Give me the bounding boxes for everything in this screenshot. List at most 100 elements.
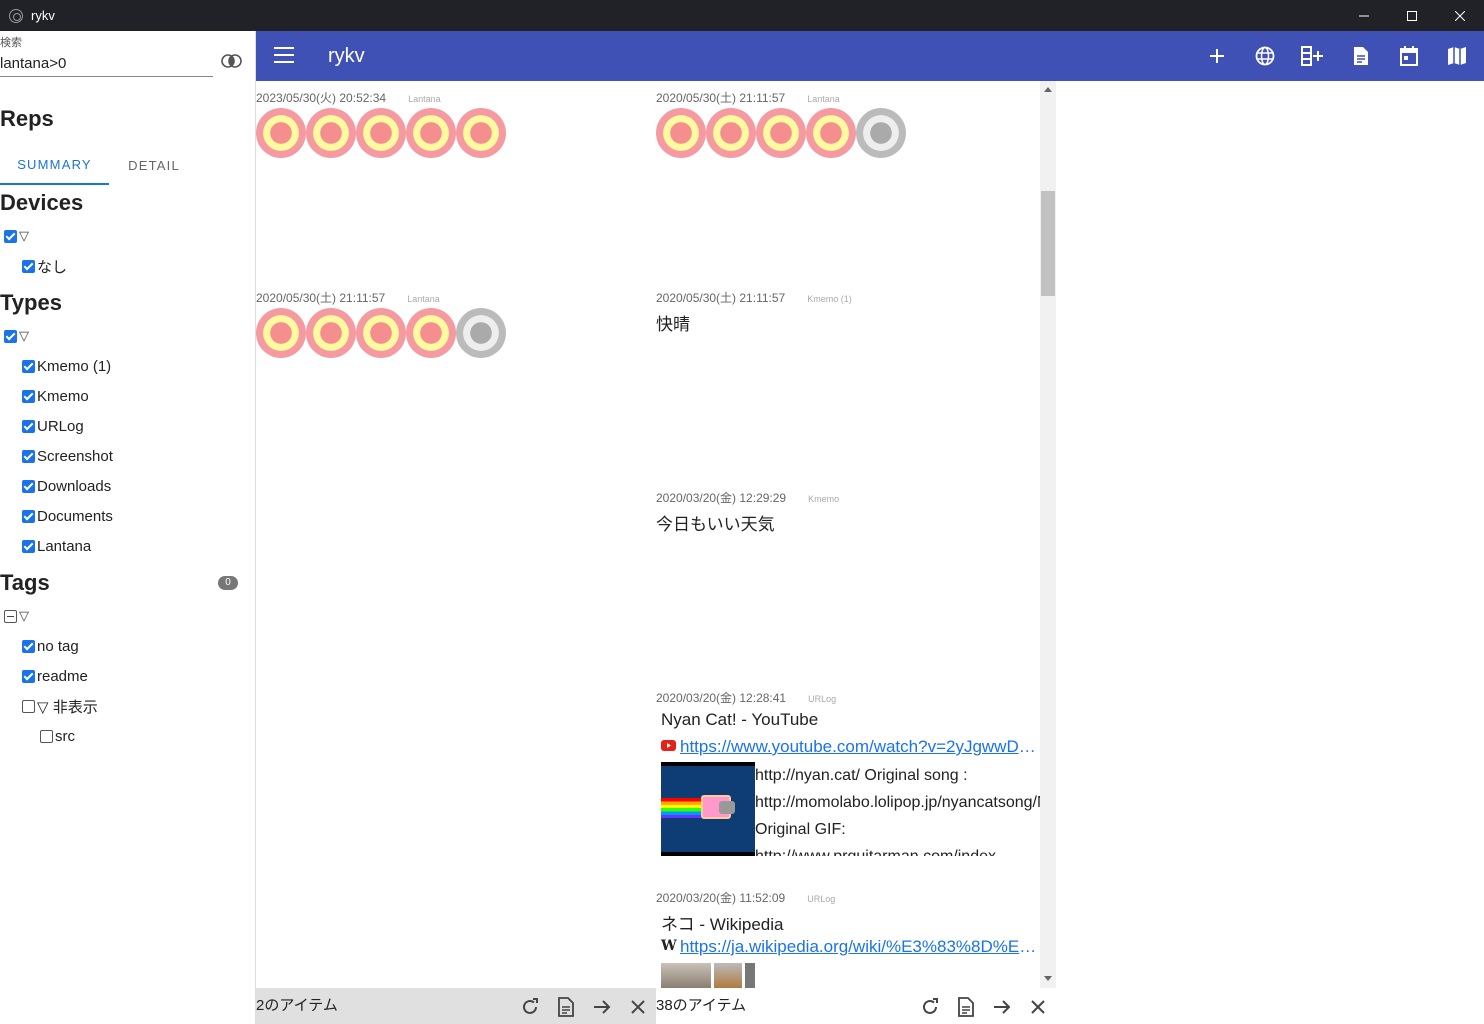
minimize-button[interactable] — [1340, 0, 1388, 31]
app-title: rykv — [328, 45, 365, 67]
tab-summary[interactable]: SUMMARY — [0, 146, 109, 185]
lantana-flower-icon — [256, 308, 306, 358]
lantana-flower-icon — [706, 108, 756, 158]
add-column-icon — [1301, 46, 1323, 66]
search-input[interactable] — [0, 51, 213, 77]
checkbox-unchecked-icon[interactable] — [40, 729, 53, 743]
close-icon — [1455, 10, 1465, 21]
nyan-cat-thumbnail — [661, 762, 755, 856]
checkbox-checked-icon[interactable] — [22, 539, 35, 553]
checkbox-checked-icon[interactable] — [4, 229, 17, 243]
close-icon[interactable] — [627, 996, 649, 1018]
type-item-downloads[interactable]: Downloads — [22, 476, 111, 496]
lantana-flower-icon — [756, 108, 806, 158]
contrast-toggle-icon[interactable] — [221, 54, 242, 68]
checkbox-checked-icon[interactable] — [22, 509, 35, 523]
type-item-lantana[interactable]: Lantana — [22, 536, 91, 556]
tag-item-readme[interactable]: readme — [22, 666, 88, 686]
lantana-flower-icon — [256, 108, 306, 158]
lantana-flower-grey-icon — [856, 108, 906, 158]
tag-item-src[interactable]: src — [40, 726, 75, 746]
lantana-flower-icon — [406, 108, 456, 158]
types-root-checkbox[interactable]: ▽ — [4, 326, 29, 346]
types-heading: Types — [0, 290, 62, 315]
item-meta: 2020/05/30(土) 21:11:57 Lantana — [256, 291, 440, 305]
urlog-description: http://nyan.cat/ Original song : http://… — [755, 767, 1040, 856]
lantana-flower-icon — [806, 108, 856, 158]
wikipedia-icon: W — [661, 938, 677, 954]
kmemo-text: 今日もいい天気 — [656, 515, 775, 534]
app-logo-icon — [9, 8, 23, 23]
checkbox-checked-icon[interactable] — [22, 389, 35, 403]
calendar-button[interactable] — [1397, 44, 1421, 68]
app-bar: rykv — [256, 31, 1484, 81]
checkbox-checked-icon[interactable] — [4, 329, 17, 343]
maximize-icon — [1407, 10, 1417, 21]
close-window-button[interactable] — [1436, 0, 1484, 31]
document-icon[interactable] — [555, 996, 577, 1018]
urlog-title: Nyan Cat! - YouTube — [661, 710, 819, 729]
scroll-up-icon[interactable] — [1044, 87, 1052, 92]
checkbox-indeterminate-icon[interactable] — [4, 609, 17, 623]
checkbox-checked-icon[interactable] — [22, 669, 35, 683]
tag-item-no-tag[interactable]: no tag — [22, 636, 79, 656]
type-item-screenshot[interactable]: Screenshot — [22, 446, 113, 466]
scroll-down-icon[interactable] — [1044, 976, 1052, 981]
tags-heading: Tags — [0, 570, 50, 595]
refresh-icon[interactable] — [919, 996, 941, 1018]
document-button[interactable] — [1349, 44, 1373, 68]
type-item-documents[interactable]: Documents — [22, 506, 113, 526]
urlog-link[interactable]: https://www.youtube.com/watch?v=2yJgwwDc… — [680, 737, 1040, 757]
urlog-title: ネコ - Wikipedia — [661, 915, 784, 934]
checkbox-checked-icon[interactable] — [22, 259, 35, 273]
arrow-right-icon[interactable] — [991, 996, 1013, 1018]
item-meta: 2020/03/20(金) 12:29:29 Kmemo — [656, 491, 840, 505]
lantana-flower-icon — [356, 308, 406, 358]
checkbox-checked-icon[interactable] — [22, 449, 35, 463]
kmemo-text: 快晴 — [656, 315, 690, 334]
urlog-link[interactable]: https://ja.wikipedia.org/wiki/%E3%83%8D%… — [680, 937, 1040, 957]
sidebar: 検索 Reps SUMMARY DETAIL Devices ▽ なし Type… — [0, 31, 256, 1024]
item-count: 2のアイテム — [256, 997, 338, 1014]
left-column-footer: 2のアイテム — [256, 988, 656, 1024]
calendar-icon — [1400, 46, 1418, 66]
add-button[interactable] — [1205, 44, 1229, 68]
close-icon[interactable] — [1027, 996, 1049, 1018]
add-column-button[interactable] — [1301, 44, 1325, 68]
search-label: 検索 — [0, 37, 22, 49]
arrow-right-icon[interactable] — [591, 996, 613, 1018]
refresh-icon[interactable] — [519, 996, 541, 1018]
document-icon[interactable] — [955, 996, 977, 1018]
devices-root-checkbox[interactable]: ▽ — [4, 226, 29, 246]
tags-root-checkbox[interactable]: ▽ — [4, 606, 29, 626]
menu-icon[interactable] — [274, 47, 294, 63]
cat-thumbnail — [745, 963, 755, 988]
lantana-flower-icon — [356, 108, 406, 158]
item-meta: 2020/05/30(土) 21:11:57 Kmemo (1) — [656, 291, 852, 305]
reps-heading: Reps — [0, 106, 54, 131]
lantana-rating[interactable] — [256, 108, 506, 158]
type-item-kmemo[interactable]: Kmemo — [22, 386, 89, 406]
right-column-footer: 38のアイテム — [656, 988, 1056, 1024]
checkbox-checked-icon[interactable] — [22, 479, 35, 493]
item-count: 38のアイテム — [656, 997, 747, 1014]
lantana-rating[interactable] — [256, 308, 506, 358]
web-button[interactable] — [1253, 44, 1277, 68]
scrollbar-thumb[interactable] — [1041, 191, 1055, 296]
item-meta: 2020/05/30(土) 21:11:57 Lantana — [656, 91, 840, 105]
lantana-rating[interactable] — [656, 108, 906, 158]
map-button[interactable] — [1445, 44, 1469, 68]
right-column-scrollbar[interactable] — [1040, 81, 1056, 988]
youtube-icon — [661, 740, 676, 751]
maximize-button[interactable] — [1388, 0, 1436, 31]
checkbox-unchecked-icon[interactable] — [22, 699, 35, 713]
lantana-flower-icon — [306, 108, 356, 158]
checkbox-checked-icon[interactable] — [22, 639, 35, 653]
checkbox-checked-icon[interactable] — [22, 419, 35, 433]
type-item-urlog[interactable]: URLog — [22, 416, 84, 436]
type-item-kmemo-1[interactable]: Kmemo (1) — [22, 356, 111, 376]
tag-item-hidden[interactable]: ▽ 非表示 — [22, 696, 98, 716]
checkbox-checked-icon[interactable] — [22, 359, 35, 373]
device-item-none[interactable]: なし — [22, 256, 67, 276]
tab-detail[interactable]: DETAIL — [109, 146, 199, 185]
